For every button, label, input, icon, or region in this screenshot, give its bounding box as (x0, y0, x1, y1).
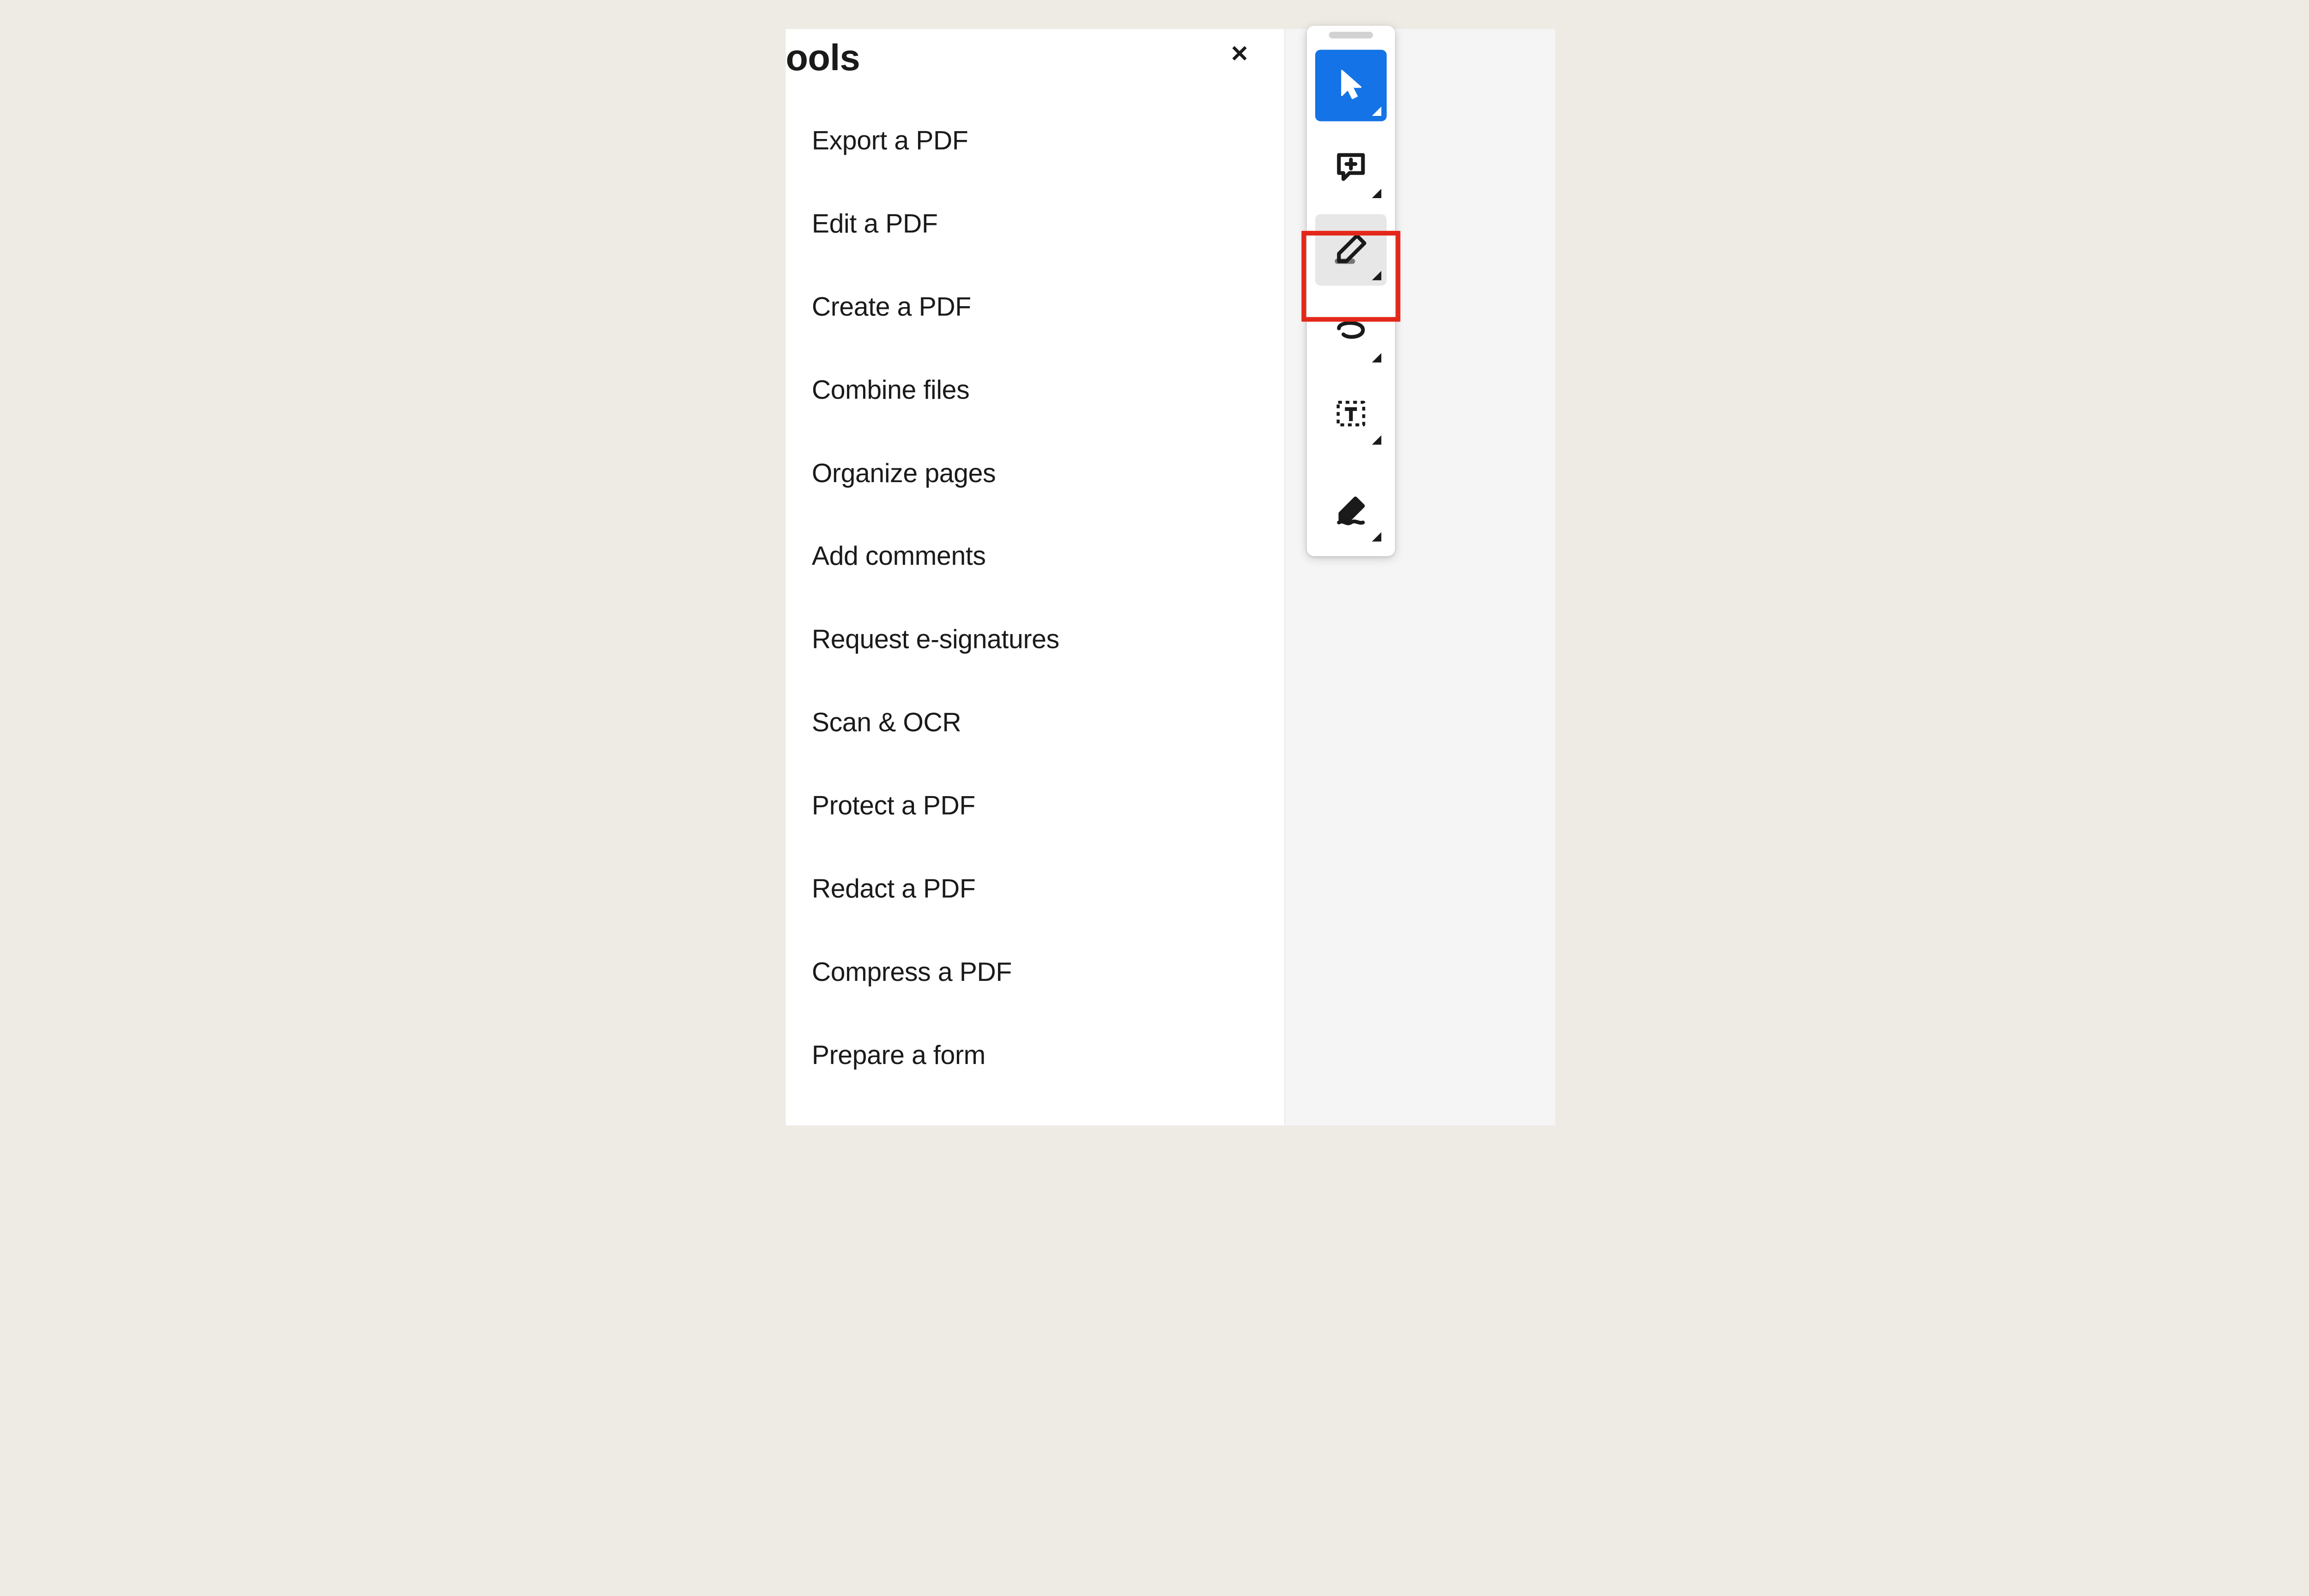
screenshot-crop: ools Export a PDF Edit a PDF Create a PD… (786, 29, 1555, 1125)
text-box-icon (1333, 395, 1369, 433)
tools-list: Export a PDF Edit a PDF Create a PDF Com… (812, 126, 1271, 1097)
submenu-indicator-icon (1372, 107, 1381, 116)
highlighter-pencil-icon (1333, 231, 1369, 269)
signature-pen-icon (1333, 492, 1369, 530)
tools-panel-header: ools (786, 29, 1284, 79)
add-text-box-tool-button[interactable] (1315, 379, 1387, 450)
close-icon (1230, 44, 1249, 64)
lasso-draw-icon (1333, 313, 1369, 351)
tool-request-esignatures[interactable]: Request e-signatures (812, 598, 1271, 681)
tool-protect-pdf[interactable]: Protect a PDF (812, 764, 1271, 847)
submenu-indicator-icon (1372, 271, 1381, 280)
tool-export-pdf[interactable]: Export a PDF (812, 126, 1271, 182)
tool-prepare-form[interactable]: Prepare a form (812, 1014, 1271, 1097)
tools-panel-title: ools (786, 36, 860, 79)
highlight-tool-button[interactable] (1315, 214, 1387, 286)
submenu-indicator-icon (1372, 189, 1381, 198)
comment-plus-icon (1333, 149, 1369, 187)
fill-sign-tool-button[interactable] (1315, 475, 1387, 547)
draw-freeform-tool-button[interactable] (1315, 296, 1387, 368)
tool-redact-pdf[interactable]: Redact a PDF (812, 847, 1271, 931)
tool-compress-pdf[interactable]: Compress a PDF (812, 931, 1271, 1014)
submenu-indicator-icon (1372, 435, 1381, 445)
close-button[interactable] (1226, 41, 1253, 67)
tool-scan-ocr[interactable]: Scan & OCR (812, 681, 1271, 764)
submenu-indicator-icon (1372, 353, 1381, 363)
tool-add-comments[interactable]: Add comments (812, 515, 1271, 598)
add-comment-tool-button[interactable] (1315, 132, 1387, 204)
toolbar-drag-handle[interactable] (1329, 32, 1373, 38)
tool-organize-pages[interactable]: Organize pages (812, 432, 1271, 515)
tool-edit-pdf[interactable]: Edit a PDF (812, 182, 1271, 266)
tool-combine-files[interactable]: Combine files (812, 349, 1271, 432)
cursor-arrow-icon (1333, 66, 1369, 104)
submenu-indicator-icon (1372, 532, 1381, 541)
all-tools-panel: ools Export a PDF Edit a PDF Create a PD… (786, 29, 1285, 1125)
select-tool-button[interactable] (1315, 50, 1387, 121)
tool-create-pdf[interactable]: Create a PDF (812, 266, 1271, 349)
quick-tools-toolbar (1307, 26, 1395, 556)
